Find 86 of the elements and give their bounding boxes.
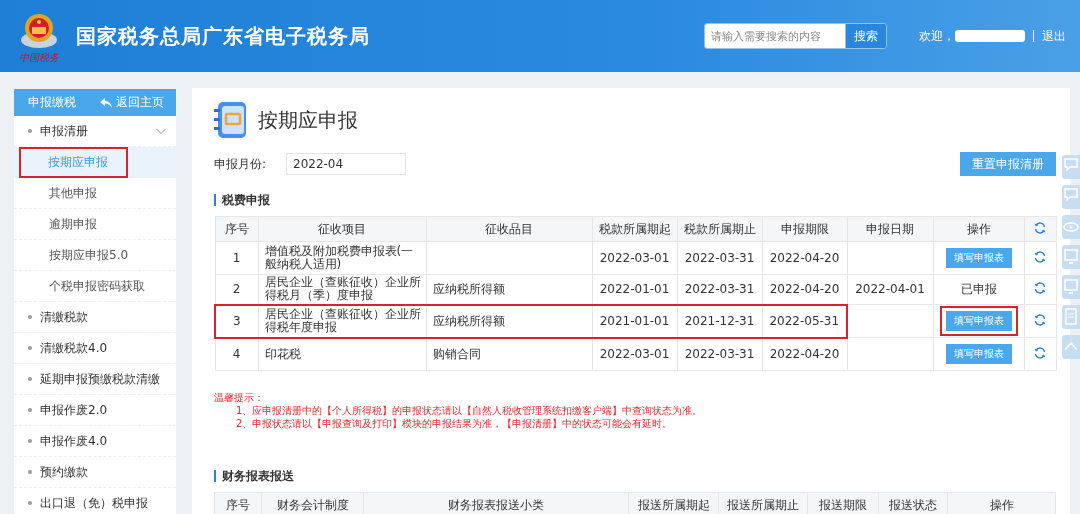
column-header: 报送所属期起 [628, 492, 719, 514]
status-text: 已申报 [959, 281, 998, 298]
section-title: 财务报表报送 [214, 470, 1056, 482]
refresh-icon[interactable] [1034, 282, 1046, 294]
chat-icon[interactable] [1062, 155, 1080, 179]
sidebar-item[interactable]: 出口退（免）税申报 [40, 494, 148, 512]
column-header: 报送期限 [807, 492, 879, 514]
notice-title: 温馨提示： [214, 392, 264, 403]
sidebar-item[interactable]: 预约缴款 [40, 463, 88, 481]
welcome-text: 欢迎， [919, 27, 955, 45]
sidebar-item[interactable]: 清缴税款 [40, 308, 88, 326]
column-header: 申报日期 [847, 216, 933, 242]
column-header: 征收品目 [426, 216, 592, 242]
column-header: 税款所属期起 [592, 216, 677, 242]
column-header: 操作 [947, 492, 1056, 514]
table-cell: 印花税 [258, 337, 426, 371]
sidebar-subitem[interactable]: 按期应申报5.0 [14, 240, 129, 270]
sidebar-title: 申报缴税 [28, 94, 76, 111]
bullet-icon [28, 470, 32, 474]
table-cell: 1 [215, 241, 258, 275]
table-cell: 2022-03-01 [592, 241, 677, 275]
monitor-icon[interactable] [1062, 275, 1080, 299]
table-cell: 2022-04-20 [762, 241, 847, 275]
notice-text: 1、应申报清册中的【个人所得税】的申报状态请以【自然人税收管理系统扣缴客户端】中查询状态为准。 [235, 404, 704, 417]
sidebar-item[interactable]: 延期申报预缴税款清缴 [40, 370, 160, 388]
bullet-icon [28, 439, 32, 443]
table-cell: 购销合同 [426, 337, 592, 371]
bullet-icon [28, 315, 32, 319]
table-cell: 2021-12-31 [677, 304, 762, 338]
refresh-icon[interactable] [1034, 346, 1046, 359]
search-field[interactable]: 请输入需要搜索的内容 搜索 [704, 23, 887, 49]
column-header: 报送状态 [878, 492, 948, 514]
column-header: 申报期限 [762, 216, 847, 242]
table-cell: 4 [215, 337, 258, 371]
section-title: 税费申报 [214, 194, 1056, 206]
column-header: 征收项目 [258, 216, 426, 242]
back-arrow-icon [100, 97, 112, 108]
month-field[interactable]: 2022-04 [286, 153, 406, 175]
table-cell: 增值税及附加税费申报表(一般纳税人适用) [258, 241, 426, 275]
refresh-icon[interactable] [1034, 250, 1046, 263]
table-cell: 居民企业（查账征收）企业所得税年度申报 [258, 304, 426, 338]
notebook-icon [214, 102, 248, 138]
search-button[interactable]: 搜索 [845, 24, 886, 48]
column-header: 操作 [933, 216, 1024, 242]
table-cell: 2022-03-31 [677, 337, 762, 371]
column-header: 财务报表报送小类 [363, 492, 629, 514]
table-cell: 2022-04-20 [762, 337, 847, 371]
chat-icon[interactable] [1062, 185, 1080, 209]
chevron-up-icon[interactable] [1062, 335, 1080, 359]
logo-caption: 中国税务 [19, 51, 59, 63]
sidebar-item[interactable]: 申报清册 [40, 122, 88, 140]
sidebar-subitem[interactable]: 逾期申报 [14, 209, 97, 239]
table-cell: 2021-01-01 [592, 304, 677, 338]
refresh-icon[interactable] [1034, 313, 1046, 326]
document-icon[interactable] [1062, 305, 1080, 329]
bullet-icon [28, 408, 32, 412]
table-cell: 2022-04-01 [847, 274, 933, 305]
chevron-down-icon[interactable] [156, 126, 166, 136]
refresh-icon[interactable] [1034, 221, 1046, 234]
column-header: 报送所属期止 [718, 492, 808, 514]
column-header: 序号 [215, 216, 258, 242]
bullet-icon [28, 377, 32, 381]
field-label: 申报月份: [214, 155, 268, 173]
table-cell: 2022-03-31 [677, 241, 762, 275]
redaction-mark [955, 30, 1025, 42]
table-cell: 2022-05-31 [762, 304, 847, 338]
sidebar-item[interactable]: 清缴税款4.0 [40, 339, 108, 357]
notice-text: 2、申报状态请以【申报查询及打印】模块的申报结果为准，【申报清册】中的状态可能会有延时。 [235, 417, 674, 430]
bullet-icon [28, 501, 32, 505]
table-cell: 应纳税所得额 [426, 304, 592, 338]
sidebar-item[interactable]: 申报作废2.0 [40, 401, 108, 419]
site-title: 国家税务总局广东省电子税务局 [76, 22, 370, 50]
column-header: 财务会计制度 [261, 492, 364, 514]
page-title: 按期应申报 [258, 106, 358, 134]
eye-icon[interactable] [1062, 215, 1080, 239]
sidebar-item[interactable]: 申报作废4.0 [40, 432, 108, 450]
column-header: 税款所属期止 [677, 216, 762, 242]
bullet-icon [28, 346, 32, 350]
table-cell: 2 [215, 274, 258, 305]
bullet-icon [28, 129, 32, 133]
sidebar-subitem[interactable]: 其他申报 [14, 178, 97, 208]
column-header: 序号 [214, 492, 262, 514]
table-cell: 2022-03-01 [592, 337, 677, 371]
monitor-icon[interactable] [1062, 245, 1080, 269]
table-cell: 3 [215, 304, 258, 338]
sidebar-subitem[interactable]: 个税申报密码获取 [14, 271, 145, 301]
